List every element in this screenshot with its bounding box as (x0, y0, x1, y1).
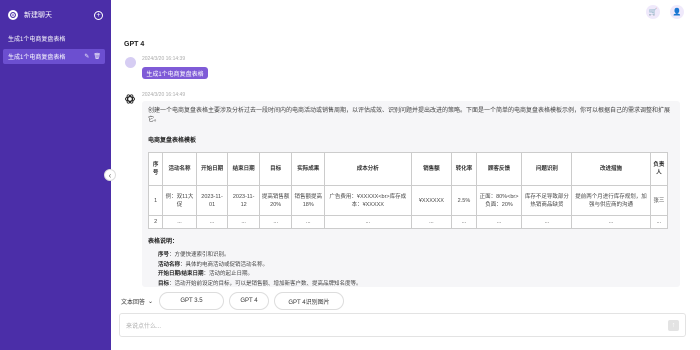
intro-text: 创建一个电商复盘表格主要涉及分析过去一段时间内的电商活动或销售周期，以评估成效、… (148, 108, 671, 123)
notes-list: 序号：方便快速索引和识别。 活动名称：具体的电商活动或促销活动名称。 开始日期/… (148, 251, 674, 287)
table-cell: ... (195, 215, 229, 229)
note-value: ：活动的起止日期。 (203, 271, 254, 277)
table-header-cell: 开始日期 (195, 152, 229, 186)
conversation-item-active[interactable]: 生成1个电商复盘表格 ✎ 🗑 (3, 49, 105, 64)
table-cell: ¥XXXXXX (410, 185, 453, 216)
note-value: ：活动开始前设定的目标，可以是销售额、增加新客户数、提高品牌知名度等。 (169, 280, 362, 287)
user-avatar (125, 57, 136, 68)
message-input[interactable]: 来说点什么... ↑ (119, 313, 686, 337)
table-header-cell: 实际成果 (291, 152, 326, 186)
table-cell: 库存不足导致部分热销商品缺货 (521, 185, 573, 216)
table-cell: 2023-11-12 (227, 185, 260, 216)
table-cell: 提前两个月进行库存规划，加强与供应商的沟通 (571, 185, 651, 216)
add-icon[interactable]: + (94, 10, 103, 20)
collapse-sidebar-button[interactable]: ‹ (104, 169, 116, 181)
table-cell: ... (324, 215, 412, 229)
sidebar: 新建聊天 + 生成1个电商复盘表格 生成1个电商复盘表格 ✎ 🗑 (0, 0, 111, 350)
table-title: 电商复盘表格模板 (148, 138, 197, 144)
table-cell: ... (475, 215, 523, 229)
table-cell: 正面：80%<br>负面：20% (475, 185, 523, 216)
table-cell: 广告费用：¥XXXXX<br>库存成本：¥XXXXX (324, 185, 412, 216)
table-header-row: 序号 活动名称 开始日期 结束日期 目标 实际成果 成本分析 销售额 转化率 顾… (147, 152, 669, 186)
model-chip-gpt35[interactable]: GPT 3.5 (159, 292, 224, 310)
new-chat-label: 新建聊天 (24, 12, 52, 19)
table-header-cell: 改进措施 (571, 152, 651, 186)
note-key: 开始日期/结束日期 (158, 271, 204, 277)
delete-icon[interactable]: 🗑 (93, 53, 101, 60)
review-table: 序号 活动名称 开始日期 结束日期 目标 实际成果 成本分析 销售额 转化率 顾… (147, 152, 669, 229)
table-header-cell: 顾客反馈 (475, 152, 523, 186)
table-cell: ... (258, 215, 293, 229)
note-item: 活动名称：具体的电商活动或促销活动名称。 (158, 261, 674, 271)
model-chip-gpt4-vision[interactable]: GPT 4识别图片 (274, 292, 344, 310)
send-icon[interactable]: ↑ (668, 319, 679, 331)
conversation-label: 生成1个电商复盘表格 (8, 37, 66, 43)
answer-mode-select[interactable]: 文本回答 ⌄ (121, 297, 153, 306)
table-cell: 提高销售额20% (258, 185, 293, 216)
table-cell: ... (451, 215, 477, 229)
note-item: 序号：方便快速索引和识别。 (158, 251, 674, 261)
user-avatar-icon[interactable]: 👤 (670, 5, 684, 19)
table-cell: ... (649, 215, 669, 229)
input-placeholder: 来说点什么... (126, 323, 162, 330)
conversation-item[interactable]: 生成1个电商复盘表格 (3, 31, 105, 46)
table-cell: 例：双11大促 (162, 185, 197, 216)
note-key: 目标 (158, 280, 170, 287)
table-header-cell: 序号 (147, 152, 164, 186)
message-timestamp: 2024/3/20 16:14:49 (142, 92, 186, 98)
message-timestamp: 2024/3/20 16:14:39 (142, 56, 186, 62)
table-cell: 2.5% (451, 185, 477, 216)
table-cell: ... (291, 215, 326, 229)
note-item: 开始日期/结束日期：活动的起止日期。 (158, 270, 674, 280)
table-cell: ... (227, 215, 260, 229)
new-chat-button[interactable]: 新建聊天 + (8, 9, 103, 21)
table-cell: ... (521, 215, 573, 229)
user-message: 生成1个电商复盘表格 (142, 67, 208, 79)
table-header-cell: 问题识别 (521, 152, 573, 186)
model-title: GPT 4 (124, 41, 145, 48)
app-logo-icon (8, 10, 18, 20)
table-header-cell: 转化率 (451, 152, 477, 186)
table-cell: ... (162, 215, 197, 229)
table-cell: 销售额提高18% (291, 185, 326, 216)
table-cell: ... (571, 215, 651, 229)
note-value: ：方便快速索引和识别。 (169, 252, 230, 258)
table-header-cell: 销售额 (410, 152, 453, 186)
table-header-cell: 结束日期 (227, 152, 260, 186)
note-key: 活动名称 (158, 261, 181, 268)
table-row: 1 例：双11大促 2023-11-01 2023-11-12 提高销售额20%… (147, 185, 669, 216)
model-chip-gpt4[interactable]: GPT 4 (229, 292, 269, 310)
note-value: ：具体的电商活动或促销活动名称。 (180, 261, 269, 268)
table-cell: 张三 (649, 185, 669, 216)
openai-icon (124, 94, 136, 104)
chevron-down-icon: ⌄ (148, 299, 154, 305)
notes-title: 表格说明： (148, 239, 179, 245)
answer-mode-label: 文本回答 (121, 300, 146, 306)
table-header-cell: 目标 (258, 152, 293, 186)
table-cell: 2023-11-01 (195, 185, 229, 216)
table-cell: ... (410, 215, 453, 229)
cart-icon[interactable]: 🛒 (646, 5, 660, 19)
table-cell: 2 (147, 215, 164, 229)
table-cell: 1 (147, 185, 164, 216)
note-item: 目标：活动开始前设定的目标，可以是销售额、增加新客户数、提高品牌知名度等。 (158, 280, 674, 288)
table-header-cell: 成本分析 (324, 152, 412, 186)
chat-main: 🛒 👤 GPT 4 2024/3/20 16:14:39 生成1个电商复盘表格 … (111, 0, 700, 350)
table-row: 2 ... ... ... ... ... ... ... ... ... ..… (147, 215, 669, 229)
assistant-message: 创建一个电商复盘表格主要涉及分析过去一段时间内的电商活动或销售周期，以评估成效、… (142, 101, 680, 287)
conversation-label: 生成1个电商复盘表格 (8, 55, 66, 61)
table-header-cell: 负责人 (649, 152, 669, 186)
note-key: 序号 (158, 252, 170, 258)
edit-icon[interactable]: ✎ (84, 53, 89, 60)
table-header-cell: 活动名称 (162, 152, 197, 186)
